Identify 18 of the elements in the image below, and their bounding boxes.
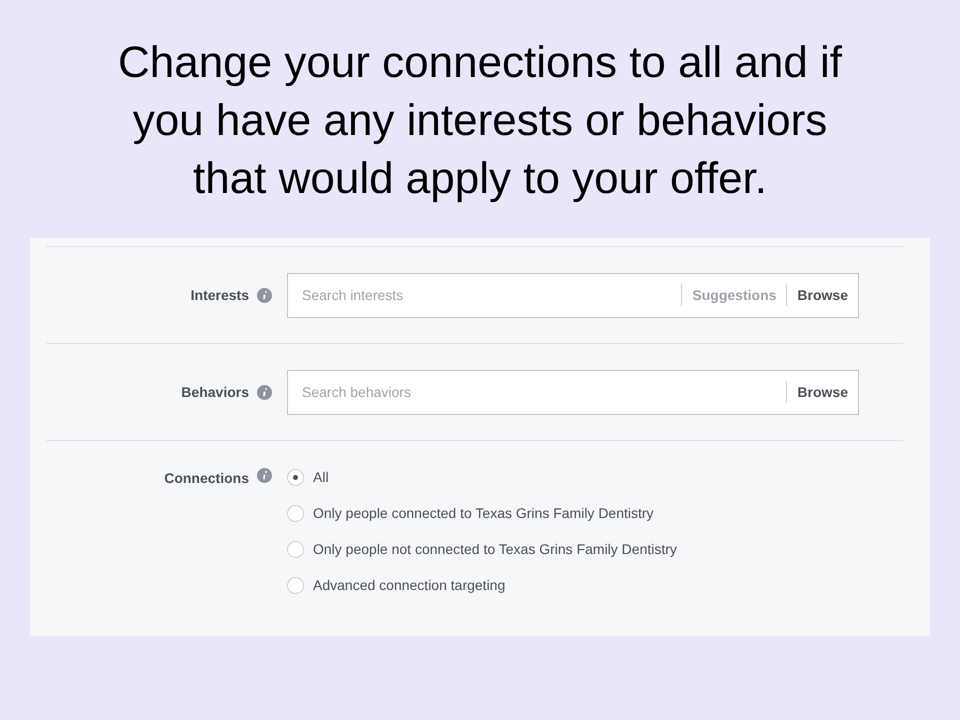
radio-button[interactable] xyxy=(287,469,304,486)
radio-option[interactable]: Advanced connection targeting xyxy=(287,575,677,596)
radio-option[interactable]: Only people not connected to Texas Grins Family Dentistry xyxy=(287,539,677,560)
field-action-button[interactable]: Browse xyxy=(797,284,848,306)
radio-button[interactable] xyxy=(287,505,304,522)
field-label: Behaviors xyxy=(181,382,249,402)
field-action-button[interactable]: Browse xyxy=(797,382,848,402)
search-field[interactable]: Search behaviors Browse xyxy=(287,370,859,414)
info-icon xyxy=(257,468,272,483)
info-icon xyxy=(257,384,272,400)
radio-option[interactable]: All xyxy=(287,467,677,488)
radio-option[interactable]: Only people connected to Texas Grins Family Dentistry xyxy=(287,503,677,524)
field-label: Interests xyxy=(190,286,249,304)
slide-title: Change your connections to all and if you have any interests or behaviors that would apply to your offer. xyxy=(116,37,844,205)
radio-button[interactable] xyxy=(287,577,304,594)
field-label: Connections xyxy=(164,469,249,488)
radio-button[interactable] xyxy=(287,541,304,558)
info-icon xyxy=(257,288,272,302)
